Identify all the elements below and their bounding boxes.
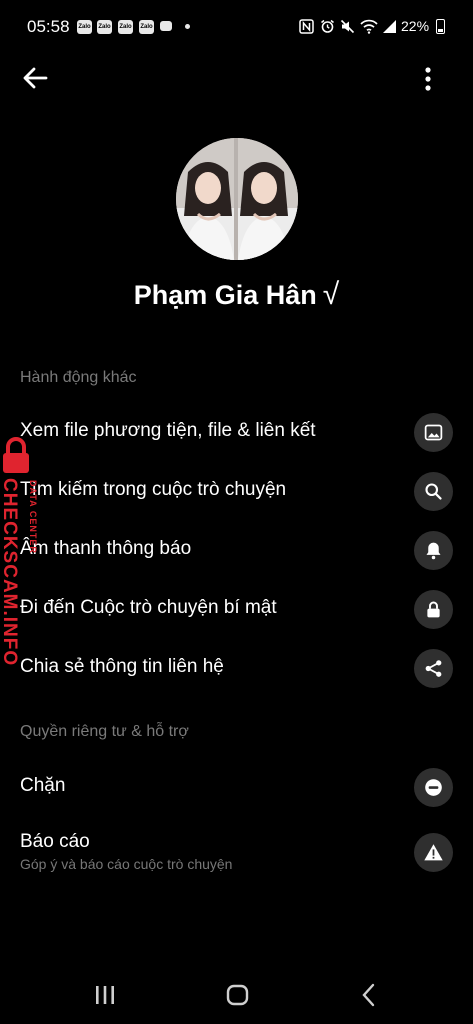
row-label: Tìm kiếm trong cuộc trò chuyện — [20, 479, 287, 500]
row-block[interactable]: Chặn — [0, 763, 473, 813]
home-button[interactable] — [226, 984, 250, 1006]
system-back-button[interactable] — [360, 983, 376, 1007]
avatar-photo — [176, 138, 298, 260]
row-secret-conversation[interactable]: Đi đến Cuộc trò chuyện bí mật — [0, 585, 473, 635]
search-icon[interactable] — [414, 472, 453, 511]
system-navigation-bar — [0, 965, 473, 1024]
zalo-notification-icon: Zalo — [77, 20, 92, 34]
row-label: Đi đến Cuộc trò chuyện bí mật — [20, 597, 277, 618]
section-title-other-actions: Hành động khác — [20, 369, 137, 386]
more-vertical-icon — [425, 67, 431, 91]
svg-text:DATA CENTER: DATA CENTER — [28, 480, 38, 554]
bell-icon[interactable] — [414, 531, 453, 570]
block-icon[interactable] — [414, 768, 453, 807]
zalo-notification-icon: Zalo — [118, 20, 133, 34]
row-sublabel: Góp ý và báo cáo cuộc trò chuyện — [20, 856, 233, 872]
row-label: Báo cáo — [20, 831, 90, 852]
alarm-icon — [321, 19, 334, 33]
more-options-button[interactable] — [416, 64, 440, 94]
row-share-contact[interactable]: Chia sẻ thông tin liên hệ — [0, 644, 473, 694]
row-view-media-files-links[interactable]: Xem file phương tiện, file & liên kết — [0, 408, 473, 458]
arrow-left-icon — [23, 67, 48, 89]
lock-icon[interactable] — [414, 590, 453, 629]
row-label: Xem file phương tiện, file & liên kết — [20, 420, 316, 441]
section-title-privacy-support: Quyền riêng tư & hỗ trợ — [20, 723, 189, 740]
recent-apps-button[interactable] — [94, 985, 116, 1005]
checkscam-watermark: CHECKSCAM.INFO DATA CENTER — [0, 436, 40, 666]
watermark-lock-logo: CHECKSCAM.INFO DATA CENTER — [0, 437, 38, 666]
profile-avatar[interactable] — [176, 138, 298, 260]
more-notifications-dot-icon — [185, 24, 190, 29]
verified-check-mark: √ — [322, 278, 340, 311]
battery-percent: 22% — [401, 18, 430, 34]
battery-icon — [436, 19, 445, 34]
row-label: Âm thanh thông báo — [20, 538, 192, 559]
row-report[interactable]: Báo cáo Góp ý và báo cáo cuộc trò chuyện — [0, 825, 473, 885]
wifi-icon — [360, 19, 378, 34]
row-notification-sounds[interactable]: Âm thanh thông báo — [0, 526, 473, 576]
zalo-notification-icon: Zalo — [97, 20, 112, 34]
share-icon[interactable] — [414, 649, 453, 688]
row-label: Chia sẻ thông tin liên hệ — [20, 656, 224, 677]
row-label: Chặn — [20, 775, 66, 796]
svg-text:CHECKSCAM.INFO: CHECKSCAM.INFO — [0, 478, 20, 666]
nfc-icon — [299, 19, 314, 34]
status-bar: 05:58 Zalo Zalo Zalo Zalo 22% — [0, 0, 473, 56]
profile-name: Phạm Gia Hân √ — [0, 278, 473, 312]
warning-icon[interactable] — [414, 833, 453, 872]
profile-name-text: Phạm Gia Hân — [133, 280, 317, 310]
zalo-notification-icon: Zalo — [139, 20, 154, 34]
message-notification-icon — [160, 21, 172, 31]
signal-icon — [383, 20, 396, 33]
status-time: 05:58 — [27, 17, 70, 36]
row-search-in-conversation[interactable]: Tìm kiếm trong cuộc trò chuyện — [0, 467, 473, 517]
image-icon[interactable] — [414, 413, 453, 452]
back-button[interactable] — [21, 66, 49, 90]
mute-icon — [340, 19, 355, 34]
